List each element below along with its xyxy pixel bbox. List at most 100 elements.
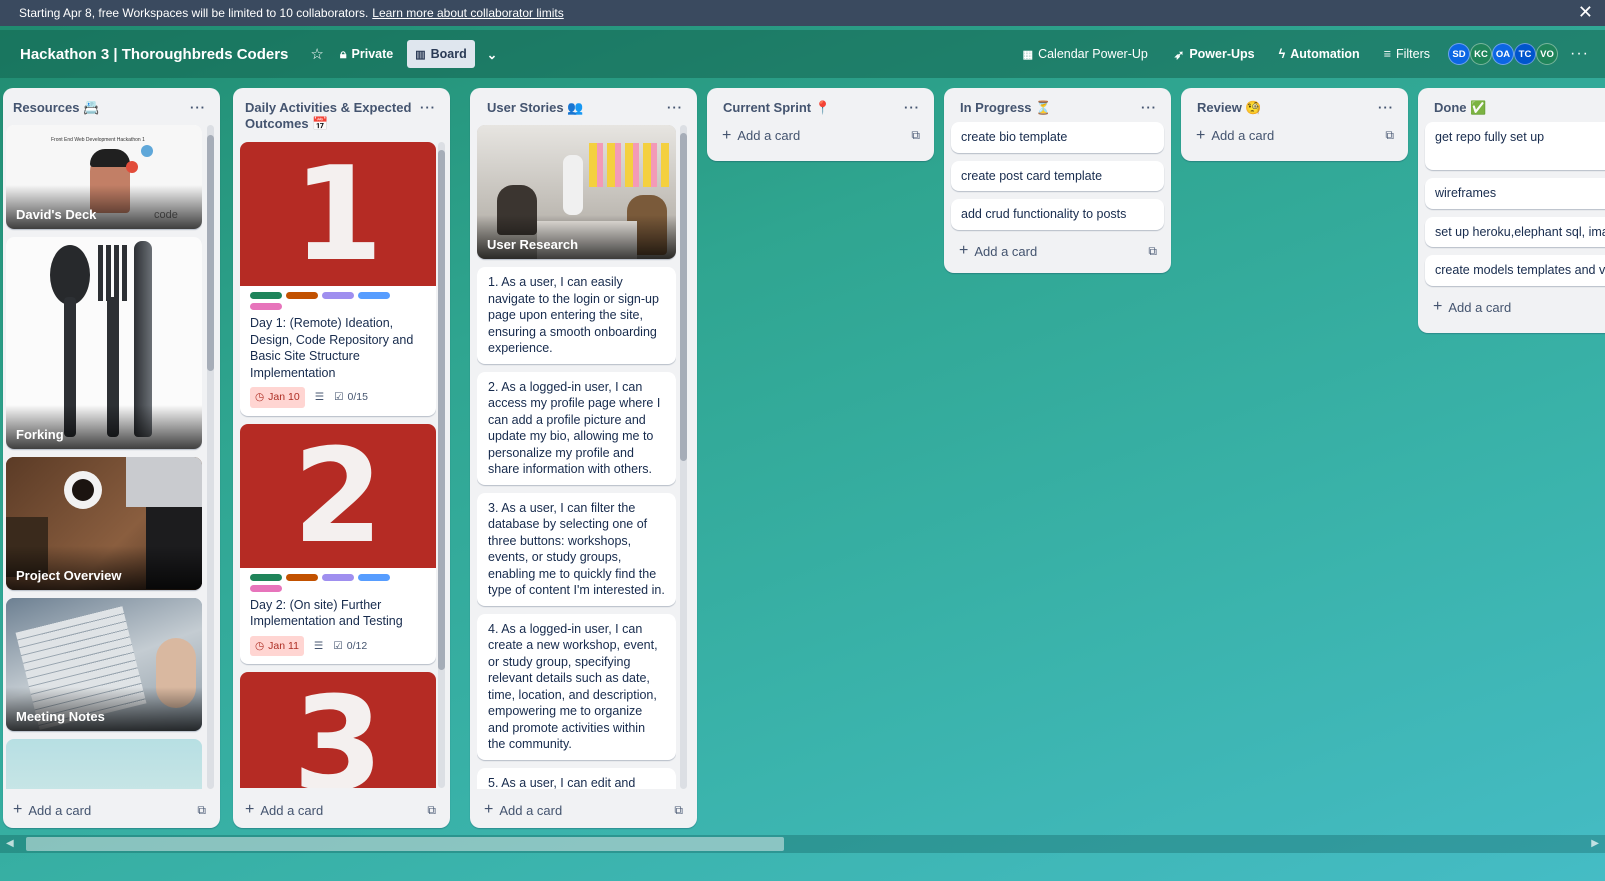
label[interactable] (250, 573, 282, 581)
card[interactable]: 1. As a user, I can easily navigate to t… (477, 267, 676, 364)
powerups-button[interactable]: ➶ Power-Ups (1166, 40, 1263, 68)
card-labels (250, 573, 400, 592)
scroll-thumb[interactable] (26, 837, 784, 851)
checklist-count: 0/15 (347, 391, 368, 403)
card-template-icon[interactable]: ⧉ (911, 128, 920, 143)
card[interactable]: create bio template (951, 122, 1164, 153)
calendar-powerup-label: Calendar Power-Up (1038, 47, 1148, 61)
board-horizontal-scrollbar[interactable]: ◀ ▶ (0, 835, 1605, 853)
label[interactable] (322, 292, 354, 299)
list-title[interactable]: Daily Activities & Expected Outcomes 📅 (245, 100, 420, 132)
list-menu-icon[interactable]: ··· (667, 100, 683, 115)
add-card-button[interactable]: + Add a card ⧉ (233, 797, 450, 824)
due-date-badge[interactable]: ◷ Jan 11 (250, 635, 304, 656)
card[interactable] (6, 739, 202, 789)
card-template-icon[interactable]: ⧉ (1148, 244, 1157, 259)
card[interactable]: Forking (6, 237, 202, 449)
scroll-left-icon[interactable]: ◀ (6, 835, 14, 853)
list-header: Daily Activities & Expected Outcomes 📅 ·… (233, 88, 450, 138)
card[interactable]: get repo fully set up (1425, 122, 1605, 170)
label[interactable] (322, 573, 354, 581)
list-menu-icon[interactable]: ··· (190, 100, 206, 115)
label[interactable] (250, 303, 282, 310)
card-template-icon[interactable]: ⧉ (197, 803, 206, 818)
add-card-button[interactable]: + Add a card (1418, 294, 1605, 321)
automation-button[interactable]: ϟ Automation (1271, 40, 1368, 68)
list-menu-icon[interactable]: ··· (1141, 100, 1157, 115)
card[interactable]: User Research (477, 125, 676, 259)
card[interactable]: 3 (240, 672, 436, 788)
list-title[interactable]: In Progress ⏳ (960, 100, 1141, 116)
list-scrollbar[interactable] (680, 125, 687, 789)
card[interactable]: 5. As a user, I can edit and delete my o… (477, 767, 676, 789)
avatar[interactable]: VO (1536, 43, 1559, 65)
card-badges: ◷ Jan 10 ☰ ☑ 0/15 (250, 387, 426, 408)
list-title[interactable]: Resources 📇 (13, 100, 190, 116)
board-title[interactable]: Hackathon 3 | Thoroughbreds Coders (20, 46, 288, 63)
list-resources: Resources 📇 ··· Front End Web Developmen… (3, 88, 220, 828)
list-menu-icon[interactable]: ··· (904, 100, 920, 115)
list-title[interactable]: Done ✅ (1434, 100, 1605, 116)
card[interactable]: add crud functionality to posts (951, 199, 1164, 230)
list-footer: + Add a card ⧉ (470, 792, 697, 828)
avatar[interactable]: SD (1448, 43, 1471, 65)
list-scrollbar[interactable] (438, 142, 445, 788)
list-menu-icon[interactable]: ··· (1378, 100, 1394, 115)
list-title[interactable]: Current Sprint 📍 (723, 100, 904, 116)
calendar-powerup-button[interactable]: ▦ Calendar Power-Up (1015, 40, 1156, 68)
card-title: Project Overview (16, 567, 122, 583)
checkbox-icon: ☑ (334, 391, 344, 403)
scroll-thumb[interactable] (680, 133, 687, 461)
label[interactable] (250, 292, 282, 299)
card[interactable]: create models templates and view (1425, 255, 1605, 286)
card-list: User Research 1. As a user, I can easily… (477, 125, 676, 789)
filters-button[interactable]: ≡ Filters (1376, 40, 1438, 68)
filter-icon: ≡ (1383, 47, 1391, 61)
add-card-button[interactable]: + Add a card ⧉ (944, 238, 1171, 265)
chevron-down-icon[interactable]: ⌄ (479, 40, 505, 68)
card[interactable]: wireframes (1425, 178, 1605, 209)
collaborator-limits-link[interactable]: Learn more about collaborator limits (372, 6, 563, 20)
card[interactable]: Project Overview (6, 457, 202, 590)
card[interactable]: 1 Day 1: (Remote) Ideation, Design, Code… (240, 142, 436, 416)
card[interactable]: Meeting Notes (6, 598, 202, 731)
add-card-button[interactable]: + Add a card ⧉ (470, 797, 697, 824)
board-canvas: Resources 📇 ··· Front End Web Developmen… (0, 88, 1605, 848)
label[interactable] (358, 573, 390, 581)
card[interactable]: create post card template (951, 160, 1164, 191)
scroll-thumb[interactable] (438, 150, 445, 670)
label[interactable] (286, 573, 318, 581)
card-template-icon[interactable]: ⧉ (1385, 128, 1394, 143)
automation-label: Automation (1290, 47, 1360, 61)
card-template-icon[interactable]: ⧉ (674, 803, 683, 818)
card[interactable]: Front End Web Development Hackathon 1 co… (6, 125, 202, 229)
scroll-right-icon[interactable]: ▶ (1591, 835, 1599, 853)
card-template-icon[interactable]: ⧉ (427, 803, 436, 818)
add-card-button[interactable]: + Add a card ⧉ (3, 797, 220, 824)
list-title[interactable]: Review 🧐 (1197, 100, 1378, 116)
list-title[interactable]: User Stories 👥 (487, 100, 667, 116)
board-view-button[interactable]: ▥ Board (407, 40, 475, 68)
avatar[interactable]: KC (1470, 43, 1493, 65)
label[interactable] (250, 584, 282, 592)
visibility-button[interactable]: 🔒︎ Private (332, 40, 401, 68)
star-icon[interactable]: ☆ (302, 45, 331, 63)
add-card-button[interactable]: + Add a card ⧉ (707, 122, 934, 149)
label[interactable] (286, 292, 318, 299)
list-menu-icon[interactable]: ··· (420, 100, 436, 115)
card[interactable]: 2. As a logged-in user, I can access my … (477, 371, 676, 485)
avatar[interactable]: OA (1492, 43, 1515, 65)
card[interactable]: set up heroku,elephant sql, imagi (1425, 216, 1605, 247)
scroll-thumb[interactable] (207, 135, 214, 371)
label[interactable] (358, 292, 390, 299)
card[interactable]: 3. As a user, I can filter the database … (477, 492, 676, 606)
lock-icon: 🔒︎ (339, 46, 347, 61)
avatar[interactable]: TC (1514, 43, 1537, 65)
close-icon[interactable]: ✕ (1578, 3, 1593, 21)
list-scrollbar[interactable] (207, 125, 214, 789)
due-date-badge[interactable]: ◷ Jan 10 (250, 387, 305, 408)
more-icon[interactable]: ··· (1562, 45, 1593, 63)
add-card-button[interactable]: + Add a card ⧉ (1181, 122, 1408, 149)
card[interactable]: 2 Day 2: (On site) Further Implementatio… (240, 423, 436, 664)
card[interactable]: 4. As a logged-in user, I can create a n… (477, 613, 676, 760)
